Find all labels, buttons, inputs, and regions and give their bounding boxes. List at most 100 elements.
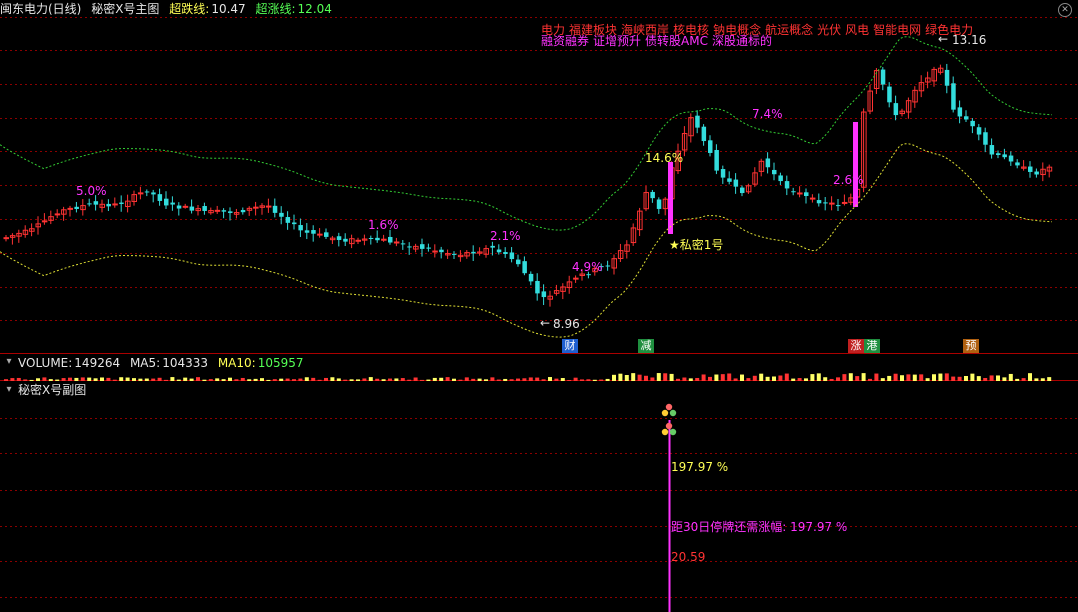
volume-bar: [445, 377, 450, 381]
concept-tag[interactable]: 债转股AMC: [645, 34, 708, 48]
volume-bar: [887, 375, 892, 381]
candle-body: [355, 239, 361, 242]
candle-body: [292, 222, 297, 225]
volume-bar: [336, 378, 341, 381]
signal-dot: [669, 428, 677, 436]
volume-bar: [112, 379, 117, 381]
volume-bar: [701, 374, 706, 381]
volume-bar: [471, 378, 476, 381]
candle-body: [439, 249, 444, 253]
volume-header: VOLUME: 149264 MA5: 104333 MA10: 105957: [18, 354, 310, 372]
candle-body: [74, 206, 79, 210]
volume-bar: [1047, 377, 1052, 381]
candle-body: [490, 245, 495, 248]
sub-indicator-name[interactable]: 秘密X号副图: [18, 383, 86, 397]
candle-body: [375, 237, 380, 241]
volume-bar: [778, 375, 783, 381]
candle-body: [996, 153, 1001, 155]
volume-bar: [324, 377, 328, 381]
candle-body: [420, 244, 425, 249]
signal-dot: [665, 403, 673, 411]
volume-bar: [240, 377, 245, 381]
volume-bar: [196, 377, 200, 381]
concept-tag[interactable]: 智能电网: [873, 23, 921, 37]
volume-bar: [663, 373, 668, 381]
volume-bar: [580, 379, 584, 381]
volume-bar: [772, 376, 776, 381]
lower-band-line: [0, 143, 1053, 338]
volume-bar: [170, 377, 175, 381]
concept-tag[interactable]: 证增预升: [593, 34, 641, 48]
candle-body: [157, 194, 163, 201]
candle-body: [836, 205, 841, 207]
event-marker-hk[interactable]: 港: [864, 339, 880, 353]
volume-bar: [215, 378, 220, 381]
candle-body: [887, 86, 892, 103]
candle-body: [317, 233, 323, 236]
event-marker-finance[interactable]: 财: [562, 339, 578, 353]
sub-gap-text: 距30日停牌还需涨幅: 197.97 %: [671, 520, 848, 534]
volume-bar: [900, 375, 904, 381]
candle-body: [809, 197, 816, 200]
volume-bar: [695, 377, 700, 381]
candle-body: [586, 274, 591, 276]
candle-body: [119, 202, 124, 204]
volume-bar: [612, 374, 616, 381]
volume-collapse-icon[interactable]: ▾: [4, 357, 14, 367]
volume-bar: [631, 373, 636, 381]
volume-bar: [221, 379, 226, 381]
volume-bar: [861, 373, 866, 381]
volume-bar: [804, 378, 808, 381]
candle-body: [778, 175, 783, 182]
volume-bar: [970, 373, 975, 381]
volume-bar: [388, 378, 392, 381]
event-marker-reduce[interactable]: 减: [638, 339, 654, 353]
candle-body: [791, 191, 796, 193]
concept-tag[interactable]: 风电: [845, 23, 869, 37]
sub-collapse-icon[interactable]: ▾: [4, 385, 14, 395]
candle-body: [272, 205, 278, 213]
volume-bar: [1034, 378, 1039, 381]
volume-bar: [528, 377, 533, 381]
volume-bar: [1002, 377, 1007, 381]
volume-bar: [573, 377, 578, 381]
event-marker-limit-up[interactable]: 涨: [848, 339, 864, 353]
candle-body: [3, 237, 9, 240]
volume-bar: [567, 379, 572, 381]
candle-body: [816, 200, 822, 204]
volume-bar: [938, 373, 943, 381]
volume-bar: [132, 378, 136, 381]
candle-body: [1034, 171, 1039, 175]
volume-bar: [490, 377, 495, 381]
volume-bar: [951, 376, 956, 381]
candle-body: [214, 209, 221, 212]
candle-body: [400, 243, 406, 245]
volume-bar: [535, 377, 540, 381]
volume-bar: [906, 374, 911, 381]
candle-body: [221, 210, 227, 212]
concept-tag[interactable]: 光伏: [817, 23, 841, 37]
volume-bar: [874, 373, 879, 381]
candle-body: [714, 149, 719, 171]
volume-bar: [644, 375, 648, 381]
volume-bar: [183, 377, 188, 381]
sub-price-value: 20.59: [671, 550, 706, 564]
volume-bar: [151, 378, 156, 381]
pct-label: 4.9%: [572, 260, 603, 274]
volume-value: 149264: [74, 356, 121, 370]
candle-body: [182, 205, 189, 208]
candle-body: [426, 247, 431, 249]
volume-bar: [4, 379, 8, 381]
candle-body: [944, 69, 950, 86]
volume-bar: [407, 379, 412, 381]
candle-body: [957, 107, 963, 117]
volume-bar: [797, 378, 802, 381]
volume-bar: [624, 374, 629, 381]
concept-tag[interactable]: 深股通标的: [712, 34, 772, 48]
concept-tag[interactable]: 融资融券: [541, 34, 589, 48]
candle-body: [528, 273, 534, 282]
candle-body: [54, 213, 61, 216]
event-marker-forecast[interactable]: 预: [963, 339, 979, 353]
candle-body: [106, 203, 111, 207]
kline-chart[interactable]: [0, 0, 1078, 612]
